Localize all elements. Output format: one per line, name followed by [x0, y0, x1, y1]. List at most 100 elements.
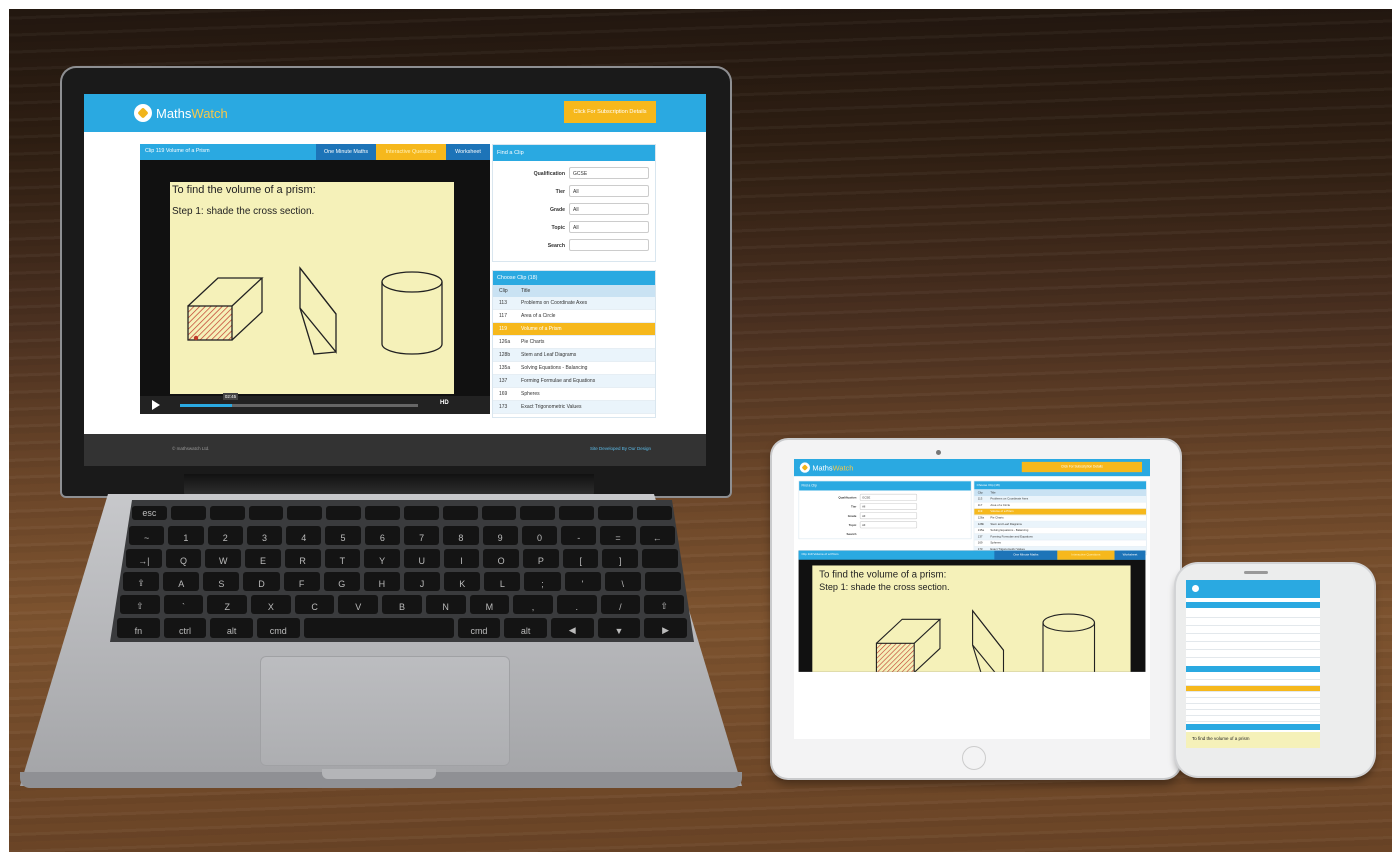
- video-frame[interactable]: To find the volume of a prism: Step 1: s…: [170, 182, 454, 394]
- keyboard-key[interactable]: [598, 506, 633, 520]
- clip-row[interactable]: 169 Spheres: [493, 388, 655, 401]
- keyboard-key[interactable]: /: [600, 595, 641, 614]
- keyboard-key[interactable]: [559, 506, 595, 520]
- phone-video-frame[interactable]: To find the volume of a prism: [1186, 732, 1320, 748]
- keyboard-key[interactable]: esc: [132, 506, 167, 520]
- keyboard-key[interactable]: 8: [443, 526, 479, 545]
- phone-filter-row[interactable]: [1186, 652, 1320, 658]
- keyboard-key[interactable]: Q: [165, 549, 202, 568]
- keyboard-key[interactable]: D: [243, 572, 280, 591]
- keyboard-key[interactable]: C: [294, 595, 335, 614]
- tablet-tab-one-minute-maths[interactable]: One Minute Maths: [994, 550, 1058, 560]
- keyboard-key[interactable]: ;: [524, 572, 561, 591]
- phone-filter-row[interactable]: [1186, 636, 1320, 642]
- keyboard-key[interactable]: [209, 506, 245, 520]
- keyboard-key[interactable]: E: [245, 549, 281, 568]
- keyboard-key[interactable]: 6: [364, 526, 400, 545]
- hd-toggle[interactable]: HD: [440, 400, 449, 406]
- keyboard-key[interactable]: 9: [482, 526, 518, 545]
- keyboard-key[interactable]: ←: [639, 526, 675, 545]
- keyboard-key[interactable]: ~: [129, 526, 165, 545]
- keyboard-key[interactable]: F: [283, 572, 320, 591]
- footer-credit-link[interactable]: Site Developed By Our Design: [590, 446, 651, 451]
- keyboard-key[interactable]: ⇧: [120, 595, 160, 614]
- keyboard-key[interactable]: A: [163, 572, 200, 591]
- keyboard-key[interactable]: fn: [117, 618, 160, 638]
- keyboard-key[interactable]: B: [382, 595, 422, 614]
- search-input[interactable]: [569, 239, 649, 251]
- keyboard-key[interactable]: R: [284, 549, 321, 568]
- keyboard-key[interactable]: [636, 506, 672, 520]
- clip-row[interactable]: 113 Problems on Coordinate Axes: [493, 297, 655, 310]
- keyboard-key[interactable]: 2: [207, 526, 243, 545]
- keyboard-key[interactable]: →|: [126, 549, 162, 568]
- tablet-home-button[interactable]: [962, 746, 986, 770]
- keyboard-key[interactable]: ⇪: [123, 572, 160, 591]
- keyboard-key[interactable]: .: [556, 595, 597, 614]
- keyboard-key[interactable]: 7: [403, 526, 440, 545]
- keyboard-key[interactable]: [442, 506, 478, 520]
- keyboard-key[interactable]: \: [604, 572, 641, 591]
- phone-filter-row[interactable]: [1186, 620, 1320, 626]
- tier-select[interactable]: All: [569, 185, 649, 197]
- keyboard-key[interactable]: G: [323, 572, 360, 591]
- video-progress-bar[interactable]: 02:45: [180, 393, 418, 407]
- keyboard-key[interactable]: I: [443, 549, 480, 568]
- tab-one-minute-maths[interactable]: One Minute Maths: [316, 144, 376, 160]
- phone-clip-row[interactable]: [1186, 716, 1320, 722]
- keyboard-key[interactable]: ': [564, 572, 601, 591]
- keyboard-key[interactable]: `: [163, 595, 204, 614]
- keyboard-key[interactable]: 1: [168, 526, 204, 545]
- grade-select[interactable]: All: [569, 203, 649, 215]
- keyboard-key[interactable]: 3: [246, 526, 283, 545]
- phone-filter-row[interactable]: [1186, 612, 1320, 618]
- clip-row[interactable]: 137 Forming Formulae and Equations: [493, 375, 655, 388]
- keyboard-key[interactable]: ▶: [644, 618, 687, 638]
- keyboard-key[interactable]: 5: [325, 526, 361, 545]
- qualification-select[interactable]: GCSE: [569, 167, 649, 179]
- tablet-subscription-button[interactable]: Click For Subscription Details: [1021, 461, 1143, 473]
- subscription-details-button[interactable]: Click For Subscription Details: [564, 101, 656, 123]
- keyboard-key[interactable]: [248, 506, 284, 520]
- tablet-tab-worksheet[interactable]: Worksheet: [1114, 550, 1146, 560]
- keyboard-key[interactable]: [642, 549, 678, 568]
- keyboard-key[interactable]: Z: [207, 595, 248, 614]
- keyboard-key[interactable]: 0: [521, 526, 558, 545]
- keyboard-key[interactable]: N: [425, 595, 466, 614]
- keyboard-key[interactable]: [326, 506, 362, 520]
- keyboard-key[interactable]: U: [403, 549, 440, 568]
- tablet-app-logo[interactable]: MathsWatch: [812, 464, 853, 473]
- laptop-trackpad[interactable]: [260, 656, 510, 766]
- keyboard-key[interactable]: [481, 506, 517, 520]
- keyboard-key[interactable]: ]: [602, 549, 639, 568]
- keyboard-key[interactable]: L: [484, 572, 521, 591]
- keyboard-key[interactable]: alt: [210, 618, 253, 638]
- keyboard-key[interactable]: [: [562, 549, 599, 568]
- play-icon[interactable]: [152, 400, 160, 410]
- app-logo[interactable]: MathsWatch: [156, 106, 228, 121]
- tablet-grade-select[interactable]: All: [859, 512, 918, 520]
- keyboard-key[interactable]: [365, 506, 400, 520]
- keyboard-key[interactable]: H: [363, 572, 400, 591]
- keyboard-key[interactable]: [303, 618, 454, 638]
- keyboard-key[interactable]: Y: [364, 549, 400, 568]
- keyboard-key[interactable]: [170, 506, 206, 520]
- keyboard-key[interactable]: alt: [504, 618, 547, 638]
- keyboard-key[interactable]: T: [324, 549, 361, 568]
- keyboard-key[interactable]: ▼: [597, 618, 641, 638]
- tablet-tab-interactive-questions[interactable]: Interactive Questions: [1057, 550, 1115, 560]
- clip-row[interactable]: 126a Pie Charts: [493, 336, 655, 349]
- keyboard-key[interactable]: [403, 506, 439, 520]
- keyboard-key[interactable]: ◀: [550, 618, 594, 638]
- tablet-topic-select[interactable]: All: [859, 521, 918, 529]
- tab-worksheet[interactable]: Worksheet: [446, 144, 490, 160]
- tab-interactive-questions[interactable]: Interactive Questions: [376, 144, 446, 160]
- keyboard-key[interactable]: =: [600, 526, 636, 545]
- keyboard-key[interactable]: cmd: [256, 618, 300, 638]
- keyboard-key[interactable]: J: [403, 572, 441, 591]
- phone-filter-row[interactable]: [1186, 644, 1320, 650]
- keyboard-key[interactable]: -: [561, 526, 597, 545]
- tablet-tier-select[interactable]: All: [859, 503, 918, 510]
- keyboard-key[interactable]: V: [338, 595, 379, 614]
- keyboard-key[interactable]: P: [523, 549, 559, 568]
